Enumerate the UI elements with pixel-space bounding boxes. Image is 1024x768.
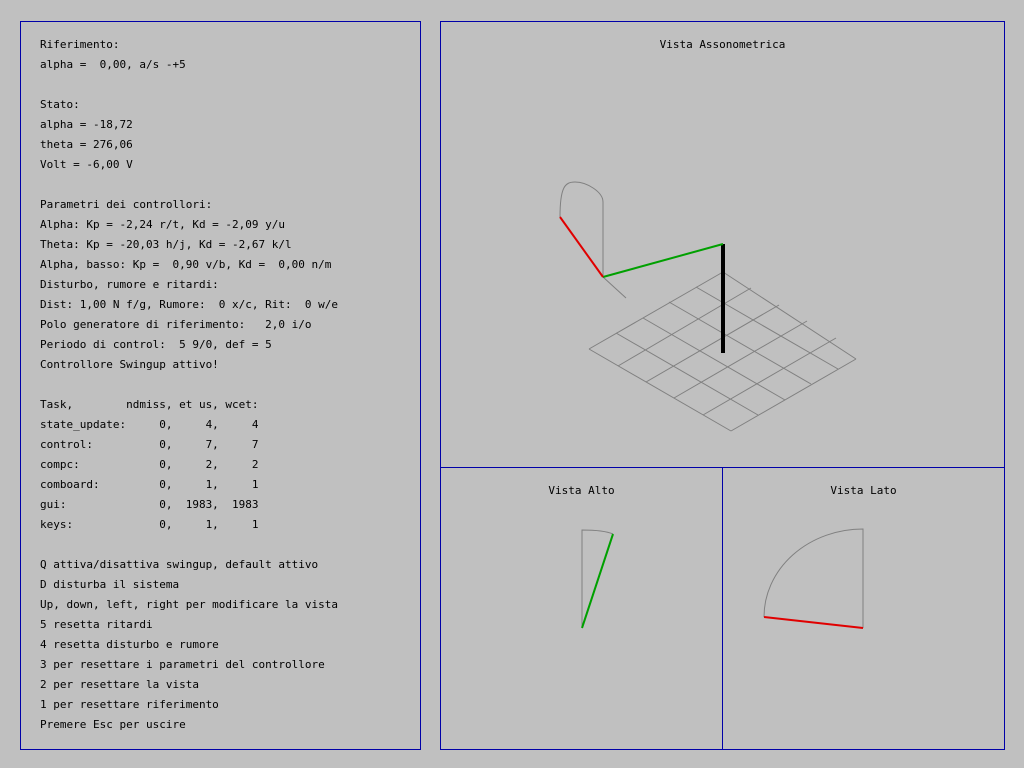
info-line: Volt = -6,00 V bbox=[40, 158, 133, 171]
top-arm bbox=[581, 533, 614, 629]
info-line: Alpha, basso: Kp = 0,90 v/b, Kd = 0,00 n… bbox=[40, 258, 332, 271]
info-line: Task, ndmiss, et us, wcet: bbox=[40, 398, 259, 411]
top-view-canvas bbox=[581, 529, 614, 629]
info-line: alpha = -18,72 bbox=[40, 118, 133, 131]
info-line: Dist: 1,00 N f/g, Rumore: 0 x/c, Rit: 0 … bbox=[40, 298, 339, 311]
info-line: 4 resetta disturbo e rumore bbox=[40, 638, 219, 651]
swing-trace bbox=[559, 181, 627, 299]
info-line: comboard: 0, 1, 1 bbox=[40, 478, 259, 491]
info-line: Polo generatore di riferimento: 2,0 i/o bbox=[40, 318, 312, 331]
isometric-view-panel: Vista Assonometrica bbox=[440, 21, 1005, 468]
side-trace bbox=[763, 528, 864, 628]
grid-line bbox=[588, 348, 732, 432]
info-line: Premere Esc per uscire bbox=[40, 718, 186, 731]
top-view-panel: Vista Alto bbox=[440, 467, 723, 750]
pendulum-rod bbox=[559, 216, 604, 278]
grid-line bbox=[695, 286, 839, 370]
info-line: Disturbo, rumore e ritardi: bbox=[40, 278, 219, 291]
info-line: 1 per resettare riferimento bbox=[40, 698, 219, 711]
info-line: compc: 0, 2, 2 bbox=[40, 458, 259, 471]
grid-line bbox=[642, 317, 786, 401]
grid-line bbox=[730, 358, 857, 432]
side-pendulum bbox=[763, 616, 864, 629]
info-line: Q attiva/disattiva swingup, default atti… bbox=[40, 558, 319, 571]
rotary-arm bbox=[602, 243, 724, 278]
side-view-panel: Vista Lato bbox=[722, 467, 1005, 750]
side-view-canvas bbox=[763, 528, 864, 629]
info-line: state_update: 0, 4, 4 bbox=[40, 418, 259, 431]
info-line: alpha = 0,00, a/s -+5 bbox=[40, 58, 186, 71]
info-line: Controllore Swingup attivo! bbox=[40, 358, 219, 371]
info-line: 2 per resettare la vista bbox=[40, 678, 199, 691]
grid-line bbox=[645, 304, 780, 383]
info-line: Parametri dei controllori: bbox=[40, 198, 213, 211]
isometric-view-canvas bbox=[559, 181, 857, 432]
info-line: Up, down, left, right per modificare la … bbox=[40, 598, 339, 611]
grid-line bbox=[722, 271, 857, 360]
info-line: Alpha: Kp = -2,24 r/t, Kd = -2,09 y/u bbox=[40, 218, 286, 231]
info-line: theta = 276,06 bbox=[40, 138, 133, 151]
info-line: control: 0, 7, 7 bbox=[40, 438, 259, 451]
grid-line bbox=[673, 320, 808, 399]
info-line: keys: 0, 1, 1 bbox=[40, 518, 259, 531]
info-line: 3 per resettare i parametri del controll… bbox=[40, 658, 325, 671]
info-line: Periodo di control: 5 9/0, def = 5 bbox=[40, 338, 272, 351]
info-line: 5 resetta ritardi bbox=[40, 618, 153, 631]
info-line: Stato: bbox=[40, 98, 80, 111]
info-panel: Riferimento: alpha = 0,00, a/s -+5 Stato: a… bbox=[20, 21, 421, 750]
info-line: Riferimento: bbox=[40, 38, 120, 51]
info-line: Theta: Kp = -20,03 h/j, Kd = -2,67 k/l bbox=[40, 238, 292, 251]
grid-line bbox=[617, 287, 752, 367]
info-line: D disturba il sistema bbox=[40, 578, 180, 591]
grid-line bbox=[588, 271, 724, 350]
grid-line bbox=[668, 301, 812, 385]
grid-line bbox=[615, 332, 759, 416]
info-line: gui: 0, 1983, 1983 bbox=[40, 498, 259, 511]
